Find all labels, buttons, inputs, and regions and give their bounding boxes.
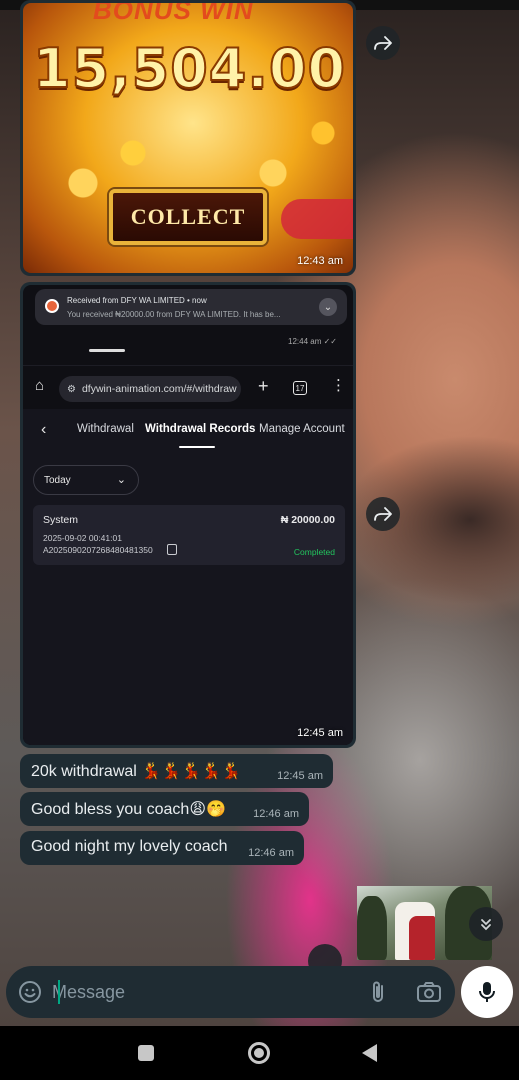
copy-icon — [167, 544, 177, 555]
tab-manage-account: Manage Account — [259, 423, 345, 435]
message-time: 12:46 am — [253, 808, 299, 820]
message-text: Good night my lovely coach — [31, 838, 228, 855]
red-decoration — [281, 199, 353, 239]
message-text: Good bless you coach😩🤭 — [31, 801, 226, 818]
notification-banner: Received from DFY WA LIMITED • now You r… — [35, 289, 347, 325]
site-settings-icon: ⚙ — [67, 383, 76, 395]
inner-time: 12:44 am ✓✓ — [288, 337, 337, 346]
scroll-to-bottom-button[interactable] — [469, 907, 503, 941]
url-bar: ⚙ dfywin-animation.com/#/withdraw — [59, 376, 241, 402]
date-filter-value: Today — [44, 475, 71, 486]
new-tab-icon: + — [258, 376, 269, 396]
message-time: 12:43 am — [297, 255, 343, 267]
withdrawal-app: ‹ Withdrawal Withdrawal Records Manage A… — [23, 409, 353, 745]
drag-handle — [89, 349, 125, 352]
date-filter: Today ⌄ — [33, 465, 139, 495]
record-datetime: 2025-09-02 00:41:01 — [43, 533, 122, 543]
chevron-down-icon: ⌄ — [116, 474, 126, 486]
text-message[interactable]: 20k withdrawal 💃💃💃💃💃 12:45 am — [20, 754, 333, 788]
record-source: System — [43, 514, 79, 526]
recents-button[interactable] — [138, 1045, 154, 1061]
message-input[interactable] — [52, 976, 342, 1008]
sticker-icon[interactable] — [18, 980, 42, 1004]
home-icon: ⌂ — [35, 377, 45, 394]
message-composer — [6, 966, 455, 1018]
double-chevron-down-icon — [481, 919, 491, 931]
jackpot-amount: 15,504.00 — [32, 36, 347, 101]
notification-title: Received from DFY WA LIMITED • now — [67, 296, 207, 305]
message-text: 20k withdrawal 💃💃💃💃💃 — [31, 763, 241, 780]
screenshot-image: Received from DFY WA LIMITED • now You r… — [23, 285, 353, 745]
message-time: 12:45 am — [297, 727, 343, 739]
record-status: Completed — [293, 547, 335, 557]
record-amount: ₦ 20000.00 — [280, 514, 335, 526]
more-menu-icon: ⋮ — [331, 377, 346, 394]
message-time: 12:45 am — [277, 770, 323, 782]
forward-icon — [374, 36, 392, 50]
forward-icon — [374, 507, 392, 521]
record-txid: A2025090207268480481350 — [43, 545, 153, 555]
text-message[interactable]: Good bless you coach😩🤭 12:46 am — [20, 792, 309, 826]
microphone-icon — [479, 982, 495, 1002]
active-tab-indicator — [179, 446, 215, 448]
text-caret — [58, 980, 60, 1004]
paperclip-icon[interactable] — [366, 979, 390, 1005]
image-message-jackpot[interactable]: BONUS WIN 15,504.00 COLLECT 12:43 am — [20, 0, 356, 276]
tab-withdrawal: Withdrawal — [77, 423, 134, 435]
notification-body: You received ₦20000.00 from DFY WA LIMIT… — [67, 310, 281, 319]
text-message[interactable]: Good night my lovely coach 12:46 am — [20, 831, 304, 865]
system-nav-bar — [0, 1026, 519, 1080]
forward-button[interactable] — [366, 26, 400, 60]
tab-withdrawal-records: Withdrawal Records — [145, 423, 256, 435]
collect-button: COLLECT — [109, 189, 267, 245]
home-button[interactable] — [248, 1042, 270, 1064]
voice-message-button[interactable] — [461, 966, 513, 1018]
tab-count: 17 — [293, 381, 307, 395]
back-arrow-icon: ‹ — [41, 421, 47, 438]
forward-button[interactable] — [366, 497, 400, 531]
robe-shape — [409, 916, 435, 960]
message-time: 12:46 am — [248, 847, 294, 859]
bank-logo-icon — [45, 299, 59, 313]
image-message-screenshot[interactable]: Received from DFY WA LIMITED • now You r… — [20, 282, 356, 748]
camera-icon[interactable] — [416, 980, 442, 1004]
url-text: dfywin-animation.com/#/withdraw — [81, 383, 237, 395]
browser-toolbar: ⌂ ⚙ dfywin-animation.com/#/withdraw + 17… — [23, 365, 353, 409]
back-button[interactable] — [362, 1044, 377, 1062]
tree-shape — [357, 896, 387, 960]
jackpot-image: BONUS WIN 15,504.00 COLLECT 12:43 am — [23, 3, 353, 273]
app-tab-bar: ‹ Withdrawal Withdrawal Records Manage A… — [23, 409, 353, 453]
jackpot-banner-text: BONUS WIN — [93, 3, 254, 25]
chevron-down-icon: ⌄ — [319, 298, 337, 316]
withdrawal-record: System ₦ 20000.00 2025-09-02 00:41:01 A2… — [33, 505, 345, 565]
